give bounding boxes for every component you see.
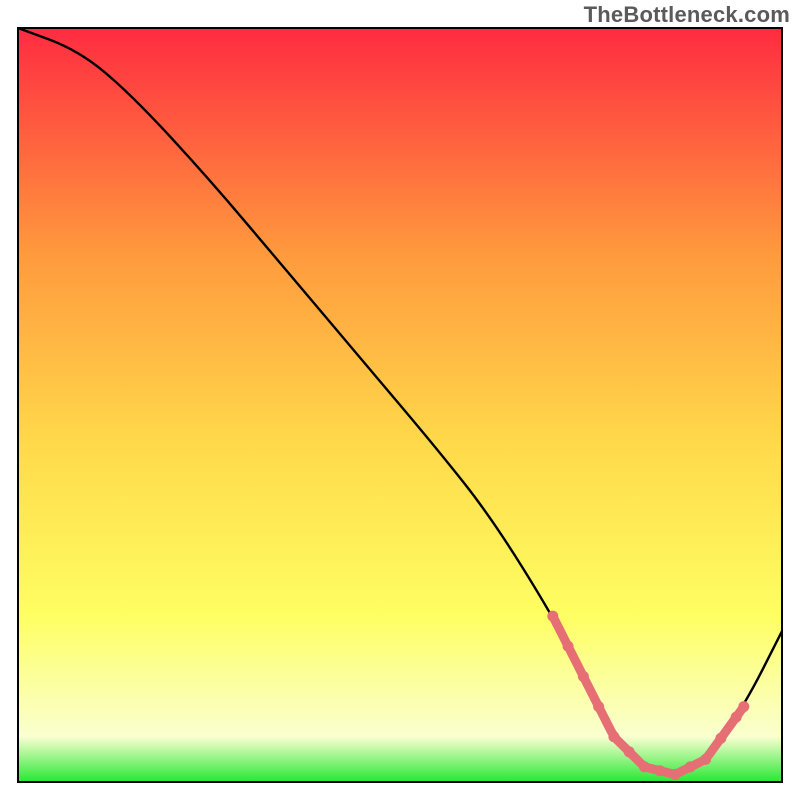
highlight-dot	[700, 754, 711, 765]
highlight-dot	[654, 765, 665, 776]
highlight-dot	[639, 761, 650, 772]
highlight-dot	[685, 761, 696, 772]
bottleneck-chart	[0, 0, 800, 800]
highlight-dot	[731, 712, 742, 723]
highlight-dot	[670, 769, 681, 780]
highlight-dot	[563, 641, 574, 652]
highlight-dot	[547, 611, 558, 622]
chart-stage: TheBottleneck.com	[0, 0, 800, 800]
highlight-dot	[578, 671, 589, 682]
highlight-dot	[738, 701, 749, 712]
highlight-dot	[715, 733, 726, 744]
highlight-dot	[608, 731, 619, 742]
highlight-dot	[593, 701, 604, 712]
highlight-dot	[624, 746, 635, 757]
